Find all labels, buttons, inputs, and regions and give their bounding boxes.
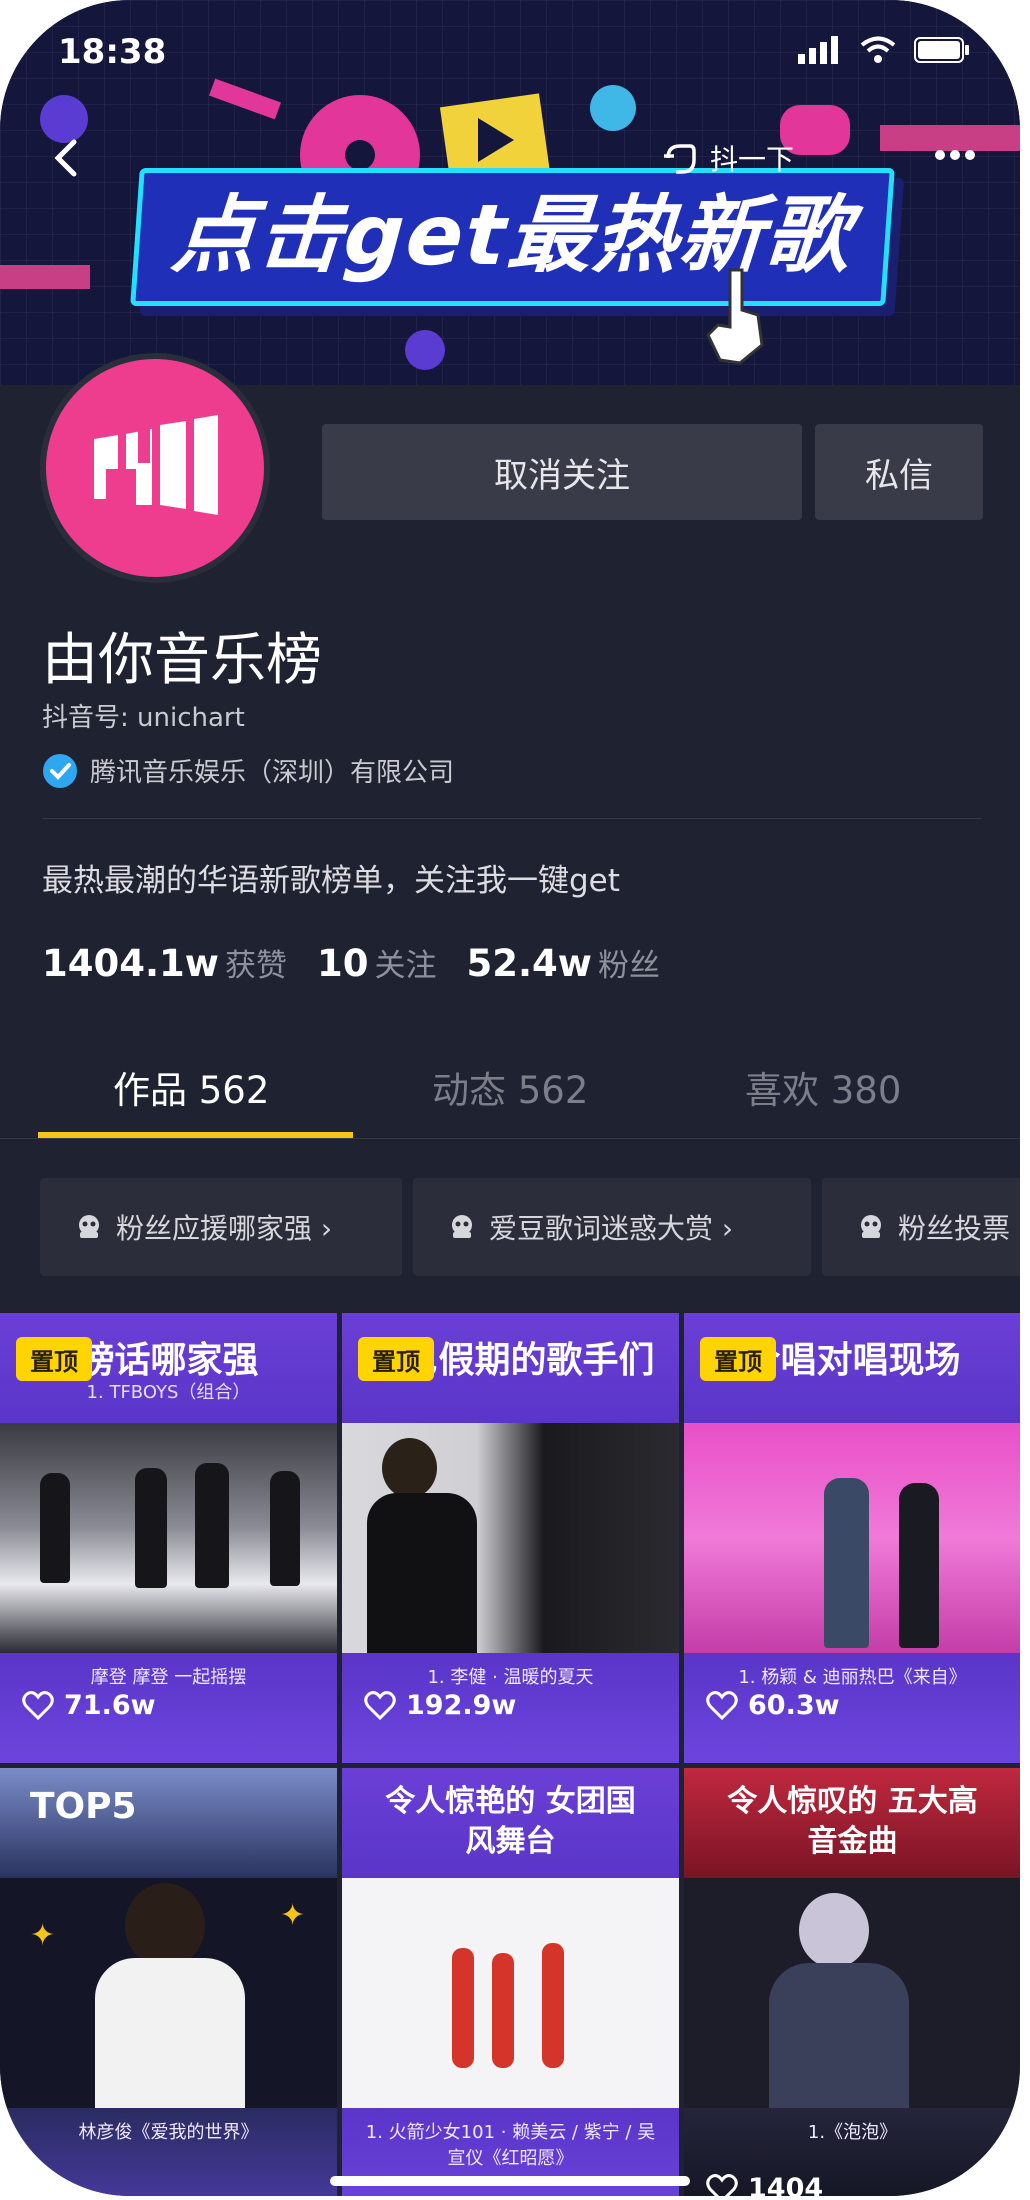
tab-works[interactable]: 作品 562 <box>113 1060 269 1114</box>
stat-label: 获赞 <box>224 948 287 984</box>
playlist-icon <box>79 1215 99 1238</box>
pointer-hand-icon <box>664 144 696 174</box>
pointer-hand-decoration <box>706 268 764 365</box>
video-title: TOP5 <box>30 1786 137 1827</box>
battery-icon <box>914 37 969 63</box>
status-time: 18:38 <box>58 32 167 72</box>
status-icons <box>798 36 970 64</box>
video-card[interactable]: 尼尼假期的歌手们 1. 李健 · 温暖的夏天 置顶 192.9w <box>342 1313 679 1763</box>
playlist-icon <box>861 1215 881 1238</box>
dot-decoration <box>405 330 445 370</box>
stat-label: 关注 <box>374 948 437 984</box>
profile-bio: 最热最潮的华语新歌榜单，关注我一键get <box>42 863 620 899</box>
playlist-chip[interactable]: 粉丝投票 <box>822 1178 1020 1276</box>
video-thumbnail <box>342 1878 679 2108</box>
playlist-row: 粉丝应援哪家强 › 爱豆歌词迷惑大赏 › 粉丝投票 <box>40 1178 1020 1278</box>
video-thumbnail <box>684 1878 1020 2108</box>
video-thumbnail: ✦ ✦ <box>0 1878 337 2108</box>
share-button[interactable]: 抖一下 <box>660 130 794 186</box>
banner-title-box: 点击get最热新歌 <box>130 168 895 306</box>
divider <box>0 1138 1020 1139</box>
card-footer: 林彦俊《爱我的世界》 <box>0 2108 337 2196</box>
card-header: 令人惊叹的 五大高音金曲 <box>684 1768 1020 1878</box>
unfollow-button[interactable]: 取消关注 <box>322 424 802 520</box>
profile-stats: 1404.1w 获赞 10 关注 52.4w 粉丝 <box>42 940 660 985</box>
message-button[interactable]: 私信 <box>815 424 983 520</box>
stripe-decoration <box>209 78 281 120</box>
video-caption: 1. 火箭少女101 · 赖美云 / 紫宁 / 吴宣仪《红昭愿》 <box>365 2122 656 2169</box>
verified-badge-icon <box>43 753 77 788</box>
uni-logo-icon <box>94 415 218 515</box>
playlist-chip[interactable]: 爱豆歌词迷惑大赏 › <box>413 1178 811 1276</box>
playlist-icon <box>452 1215 472 1238</box>
playlist-label: 爱豆歌词迷惑大赏 › <box>489 1212 734 1245</box>
tab-dynamic[interactable]: 动态 562 <box>432 1060 588 1114</box>
stat-likes[interactable]: 1404.1w 获赞 <box>42 940 287 985</box>
verified-org-label: 腾讯音乐娱乐（深圳）有限公司 <box>90 758 455 788</box>
stat-value: 52.4w <box>466 942 592 985</box>
like-count: 71.6w <box>22 1690 156 1721</box>
heart-outline-icon <box>706 2173 738 2196</box>
home-indicator[interactable] <box>330 2176 690 2186</box>
like-count-value: 71.6w <box>64 1690 156 1721</box>
video-card[interactable]: 令人惊叹的 五大高音金曲 1.《泡泡》 1404 <box>684 1768 1020 2196</box>
video-caption: 林彦俊《爱我的世界》 <box>78 2122 259 2143</box>
like-count: 1404 <box>706 2173 823 2196</box>
video-caption: 1. 杨颖 & 迪丽热巴《来自》 <box>738 1667 967 1688</box>
avatar[interactable] <box>40 353 270 583</box>
video-title: 令人惊叹的 五大高音金曲 <box>727 1784 978 1859</box>
video-card[interactable]: 合唱对唱现场 1. 杨颖 & 迪丽热巴《来自》 置顶 60.3w <box>684 1313 1020 1763</box>
back-button[interactable] <box>40 130 96 186</box>
heart-outline-icon <box>22 1690 54 1720</box>
video-card[interactable]: 榜话哪家强 1. TFBOYS（组合） 摩登 摩登 一起摇摆 置顶 71.6w <box>0 1313 337 1763</box>
video-thumbnail <box>684 1423 1020 1653</box>
dot-decoration <box>590 85 636 131</box>
heart-outline-icon <box>706 1690 738 1720</box>
stat-value: 1404.1w <box>42 942 219 985</box>
profile-banner[interactable]: 点击get最热新歌 18:38 抖一下 <box>0 0 1020 385</box>
card-header: 令人惊艳的 女团国风舞台 <box>342 1768 679 1878</box>
tab-likes[interactable]: 喜欢 380 <box>745 1060 901 1114</box>
video-thumbnail <box>0 1423 337 1653</box>
like-count-value: 1404 <box>748 2173 824 2196</box>
stat-following[interactable]: 10 关注 <box>317 940 437 985</box>
playlist-chip[interactable]: 粉丝应援哪家强 › <box>40 1178 402 1276</box>
video-card[interactable]: TOP5 ✦ ✦ 林彦俊《爱我的世界》 <box>0 1768 337 2196</box>
like-count: 60.3w <box>706 1690 840 1721</box>
stat-label: 粉丝 <box>597 948 660 984</box>
video-thumbnail <box>342 1423 679 1653</box>
pinned-badge: 置顶 <box>358 1337 434 1381</box>
douyin-id: 抖音号: unichart <box>42 703 245 733</box>
video-caption: 摩登 摩登 一起摇摆 <box>90 1667 247 1688</box>
playlist-label: 粉丝应援哪家强 › <box>116 1212 333 1245</box>
verified-org: 腾讯音乐娱乐（深圳）有限公司 <box>42 752 454 789</box>
share-label: 抖一下 <box>710 143 795 176</box>
stripe-decoration <box>0 265 90 289</box>
video-caption: 1. 李健 · 温暖的夏天 <box>427 1667 594 1688</box>
like-count-value: 192.9w <box>406 1690 517 1721</box>
like-count-value: 60.3w <box>748 1690 840 1721</box>
stat-value: 10 <box>316 942 369 985</box>
pinned-badge: 置顶 <box>16 1337 92 1381</box>
like-count: 192.9w <box>364 1690 516 1721</box>
pinned-badge: 置顶 <box>700 1337 776 1381</box>
phone-screen: 点击get最热新歌 18:38 抖一下 取消关注 私信 由你音乐榜 抖音号: u… <box>0 0 1020 2196</box>
video-card[interactable]: 令人惊艳的 女团国风舞台 1. 火箭少女101 · 赖美云 / 紫宁 / 吴宣仪… <box>342 1768 679 2196</box>
card-header: TOP5 <box>0 1768 337 1878</box>
vinyl-hole-decoration <box>345 140 375 170</box>
content-tabs: 作品 562 动态 562 喜欢 380 <box>0 1060 1020 1140</box>
play-triangle-decoration <box>478 118 514 162</box>
divider <box>42 818 982 819</box>
video-title: 令人惊艳的 女团国风舞台 <box>385 1784 636 1859</box>
stat-followers[interactable]: 52.4w 粉丝 <box>466 940 659 985</box>
video-caption: 1.《泡泡》 <box>807 2122 898 2143</box>
more-button[interactable] <box>925 135 985 175</box>
wifi-icon <box>860 36 896 63</box>
playlist-label: 粉丝投票 <box>898 1212 1011 1245</box>
heart-outline-icon <box>364 1690 396 1720</box>
signal-icon <box>798 36 838 64</box>
profile-name: 由你音乐榜 <box>42 628 322 693</box>
video-subtitle: 1. TFBOYS（组合） <box>86 1382 251 1403</box>
